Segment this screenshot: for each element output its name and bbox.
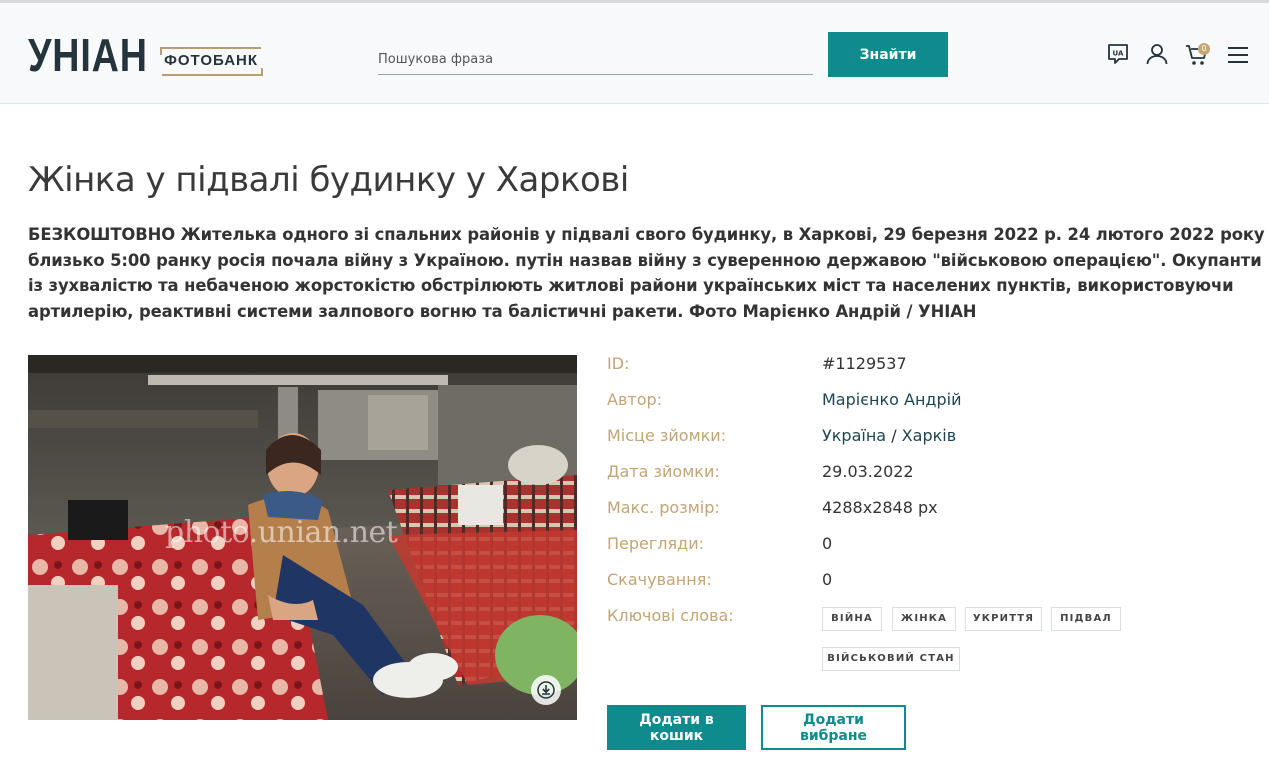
date-label: Дата зйомки: [607,462,720,481]
downloads-label: Скачування: [607,570,712,589]
author-label: Автор: [607,390,663,409]
add-to-favorites-button[interactable]: Додати вибране [761,705,906,750]
search-button[interactable]: Знайти [828,32,948,77]
date-value: 29.03.2022 [822,462,914,481]
views-value: 0 [822,534,833,553]
cart-count-badge: 0 [1198,43,1210,55]
keyword-tag[interactable]: ВІЙНА [822,607,882,631]
photo-description: БЕЗКОШТОВНО Жителька одного зі спальних … [28,225,1265,321]
place-label: Місце зйомки: [607,426,727,445]
author-link[interactable]: Марієнко Андрій [822,390,961,409]
place-city-link[interactable]: Харків [902,426,956,445]
photo-watermark: photo.unian.net [165,515,398,550]
language-label: UA [1113,50,1124,58]
size-value: 4288x2848 px [822,498,938,517]
logo-main-text: УНІАН [28,29,148,81]
id-label: ID: [607,354,630,373]
search-input[interactable] [378,46,813,72]
place-separator: / [891,426,897,445]
keyword-tag[interactable]: ПІДВАЛ [1051,607,1121,631]
downloads-value: 0 [822,570,833,589]
views-label: Перегляди: [607,534,704,553]
page-title: Жінка у підвалі будинку у Харкові [28,160,629,200]
download-icon [537,681,555,699]
site-header: УНІАН ФОТОБАНК Знайти UA 0 [0,3,1269,104]
keyword-tag[interactable]: ВІЙСЬКОВИЙ СТАН [822,647,960,671]
keyword-tag[interactable]: ЖІНКА [892,607,956,631]
photo-preview[interactable]: photo.unian.net [28,355,577,720]
place-country-link[interactable]: Україна [822,426,886,445]
site-logo[interactable]: УНІАН ФОТОБАНК [28,18,263,81]
download-button[interactable] [531,675,561,705]
size-label: Макс. розмір: [607,498,720,517]
place-value: Україна / Харків [822,426,956,445]
id-value: #1129537 [822,354,907,373]
user-icon[interactable] [1145,42,1169,66]
search-field[interactable] [378,46,813,75]
add-to-cart-button[interactable]: Додати в кошик [607,705,746,750]
logo-sub-text: ФОТОБАНК [160,47,263,76]
menu-icon[interactable] [1226,43,1250,67]
keywords-label: Ключові слова: [607,606,734,625]
keyword-tag[interactable]: УКРИТТЯ [965,607,1042,631]
language-icon[interactable]: UA [1106,42,1130,66]
